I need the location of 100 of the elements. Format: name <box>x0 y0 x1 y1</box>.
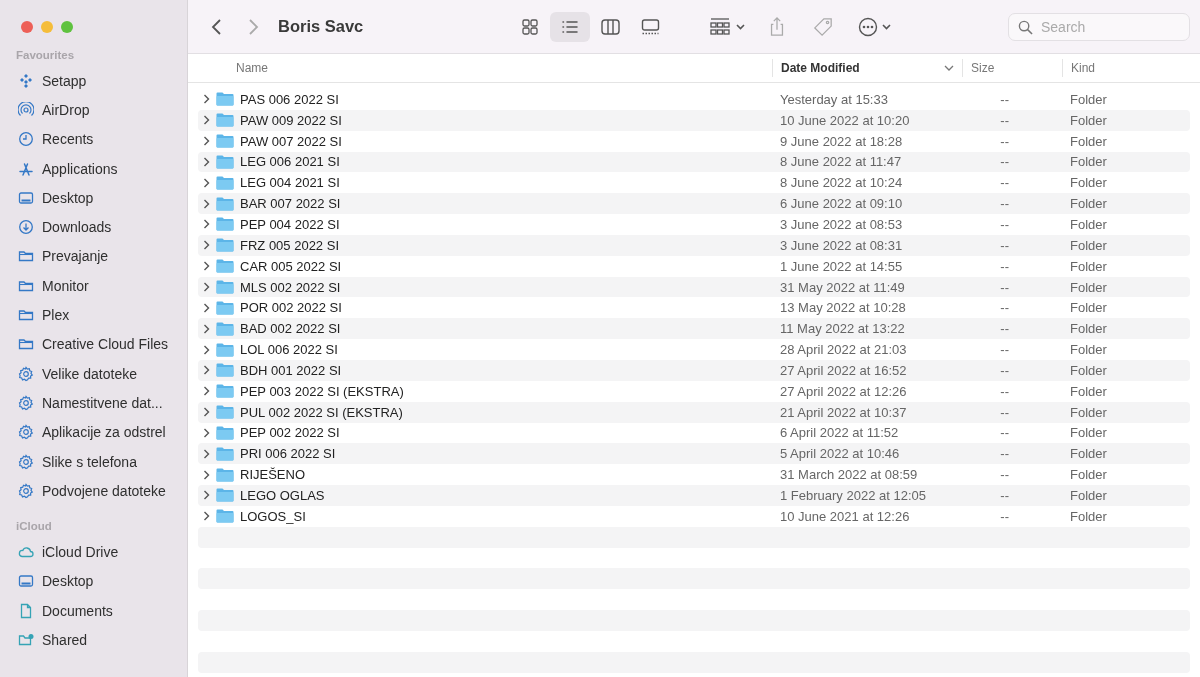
disclosure-chevron-icon[interactable] <box>202 198 211 209</box>
disclosure-chevron-icon[interactable] <box>202 511 211 522</box>
search-field[interactable]: Search <box>1008 12 1190 41</box>
file-row[interactable]: PAW 007 2022 SI 9 June 2022 at 18:28 -- Folder <box>198 130 1190 152</box>
sidebar-item[interactable]: Setapp <box>0 66 187 96</box>
airdrop-icon <box>18 101 34 118</box>
file-row[interactable]: POR 002 2022 SI 13 May 2022 at 10:28 -- Folder <box>198 297 1190 319</box>
file-row[interactable]: LEG 006 2021 SI 8 June 2022 at 11:47 -- Folder <box>198 151 1190 173</box>
file-row[interactable]: PEP 002 2022 SI 6 April 2022 at 11:52 -- Folder <box>198 422 1190 444</box>
file-row[interactable]: LEGO OGLAS 1 February 2022 at 12:05 -- Folder <box>198 485 1190 506</box>
columns-view-icon <box>600 17 620 36</box>
folder-icon <box>216 280 234 294</box>
file-size: -- <box>999 237 1010 253</box>
file-row[interactable]: PAW 009 2022 SI 10 June 2022 at 10:20 -- Folder <box>198 109 1190 131</box>
file-row[interactable]: RIJEŠENO 31 March 2022 at 08:59 -- Folder <box>198 464 1190 486</box>
gear-icon <box>18 365 34 382</box>
column-header[interactable]: Size <box>962 59 1062 77</box>
disclosure-chevron-icon[interactable] <box>202 177 211 188</box>
date-modified: 3 June 2022 at 08:53 <box>779 217 904 232</box>
sidebar-item[interactable]: Namestitvene dat... <box>0 388 187 418</box>
file-name: PAW 007 2022 SI <box>240 133 342 149</box>
file-kind: Folder <box>1069 487 1108 503</box>
disclosure-chevron-icon[interactable] <box>202 302 211 313</box>
sidebar-item[interactable]: Applications <box>0 153 187 184</box>
disclosure-chevron-icon[interactable] <box>202 156 211 167</box>
folder-icon <box>216 509 234 524</box>
column-header[interactable]: Kind <box>1062 59 1200 77</box>
sidebar-item[interactable]: Recents <box>0 124 187 154</box>
disclosure-chevron-icon[interactable] <box>202 427 211 438</box>
disclosure-chevron-icon[interactable] <box>202 448 211 459</box>
sidebar-item[interactable]: iCloud Drive <box>0 537 187 567</box>
disclosure-chevron-icon[interactable] <box>202 323 211 334</box>
sidebar-item[interactable]: Desktop <box>0 566 187 597</box>
file-row[interactable]: BAD 002 2022 SI 11 May 2022 at 13:22 -- Folder <box>198 318 1190 340</box>
file-row[interactable]: FRZ 005 2022 SI 3 June 2022 at 08:31 -- Folder <box>198 234 1190 256</box>
disclosure-chevron-icon[interactable] <box>202 490 211 501</box>
sidebar-item[interactable]: Aplikacije za odstrel <box>0 417 187 447</box>
file-row[interactable]: PAS 006 2022 SI Yesterday at 15:33 -- Folder <box>198 89 1190 110</box>
sidebar-item[interactable]: Shared <box>0 625 187 655</box>
file-name: BDH 001 2022 SI <box>240 362 342 378</box>
disclosure-chevron-icon[interactable] <box>202 136 211 147</box>
folder-icon <box>216 154 234 169</box>
date-modified: 1 February 2022 at 12:05 <box>779 487 927 503</box>
disclosure-chevron-icon[interactable] <box>202 94 211 105</box>
file-size: -- <box>999 467 1010 483</box>
disclosure-chevron-icon[interactable] <box>202 282 211 292</box>
sidebar-item[interactable]: Desktop <box>0 183 187 213</box>
date-modified: 6 June 2022 at 09:10 <box>779 196 904 212</box>
disclosure-chevron-icon[interactable] <box>202 386 211 397</box>
file-name: LOGOS_SI <box>240 508 306 524</box>
document-icon <box>18 602 34 619</box>
sidebar-item[interactable]: Documents <box>0 596 187 626</box>
disclosure-chevron-icon[interactable] <box>202 365 211 376</box>
sidebar-item[interactable]: Creative Cloud Files <box>0 329 187 359</box>
column-header[interactable]: Date Modified <box>772 59 962 77</box>
disclosure-chevron-icon[interactable] <box>202 261 211 272</box>
file-row[interactable]: LOL 006 2022 SI 28 April 2022 at 21:03 -- Folder <box>198 339 1190 360</box>
close-button[interactable] <box>21 21 33 33</box>
file-row[interactable]: LEG 004 2021 SI 8 June 2022 at 10:24 -- Folder <box>198 172 1190 194</box>
gear-icon <box>18 482 34 499</box>
date-modified: 5 April 2022 at 10:46 <box>779 446 901 462</box>
disclosure-chevron-icon[interactable] <box>202 219 211 230</box>
date-modified: 8 June 2022 at 11:47 <box>779 154 903 170</box>
folder-icon <box>216 405 234 420</box>
sidebar-item[interactable]: Slike s telefona <box>0 446 187 477</box>
folder-icon <box>18 307 34 323</box>
disclosure-chevron-icon[interactable] <box>202 407 211 418</box>
file-row[interactable]: PUL 002 2022 SI (EKSTRA) 21 April 2022 at 10:37 -- Folder <box>198 401 1190 423</box>
sidebar-item[interactable]: Podvojene datoteke <box>0 476 187 506</box>
file-row[interactable]: PEP 003 2022 SI (EKSTRA) 27 April 2022 at 12:26 -- Folder <box>198 380 1190 402</box>
disclosure-chevron-icon[interactable] <box>202 469 211 480</box>
view-button[interactable] <box>550 11 590 42</box>
group-button[interactable] <box>710 16 748 37</box>
file-row[interactable]: LOGOS_SI 10 June 2021 at 12:26 -- Folder <box>198 505 1190 527</box>
sidebar-item[interactable]: Monitor <box>0 271 187 301</box>
file-row[interactable]: PEP 004 2022 SI 3 June 2022 at 08:53 -- Folder <box>198 214 1190 235</box>
column-header[interactable]: Name <box>188 59 772 77</box>
sidebar-item[interactable]: Downloads <box>0 212 187 242</box>
disclosure-chevron-icon[interactable] <box>202 240 211 251</box>
disclosure-chevron-icon[interactable] <box>202 344 211 355</box>
file-row[interactable]: CAR 005 2022 SI 1 June 2022 at 14:55 -- Folder <box>198 255 1190 277</box>
file-size: -- <box>999 196 1010 212</box>
disclosure-chevron-icon[interactable] <box>202 115 211 126</box>
folder-icon <box>216 113 234 128</box>
file-size: -- <box>999 362 1010 378</box>
file-row[interactable]: PRI 006 2022 SI 5 April 2022 at 10:46 -- Folder <box>198 443 1190 465</box>
sidebar-heading: iCloud <box>15 519 53 535</box>
file-size: -- <box>999 279 1010 295</box>
sidebar-item[interactable]: Prevajanje <box>0 241 187 272</box>
folder-icon <box>216 259 234 274</box>
file-row[interactable]: BDH 001 2022 SI 27 April 2022 at 16:52 -- Folder <box>198 359 1190 381</box>
file-row[interactable]: MLS 002 2022 SI 31 May 2022 at 11:49 -- Folder <box>198 276 1190 298</box>
file-name: PAS 006 2022 SI <box>240 91 339 107</box>
desktop-icon <box>18 189 34 206</box>
file-name: LEG 004 2021 SI <box>240 175 340 191</box>
sidebar-item[interactable]: Velike datoteke <box>0 358 187 389</box>
sidebar-item[interactable]: AirDrop <box>0 95 187 125</box>
gear-icon <box>18 424 34 441</box>
sidebar-item[interactable]: Plex <box>0 300 187 330</box>
file-row[interactable]: BAR 007 2022 SI 6 June 2022 at 09:10 -- Folder <box>198 193 1190 215</box>
